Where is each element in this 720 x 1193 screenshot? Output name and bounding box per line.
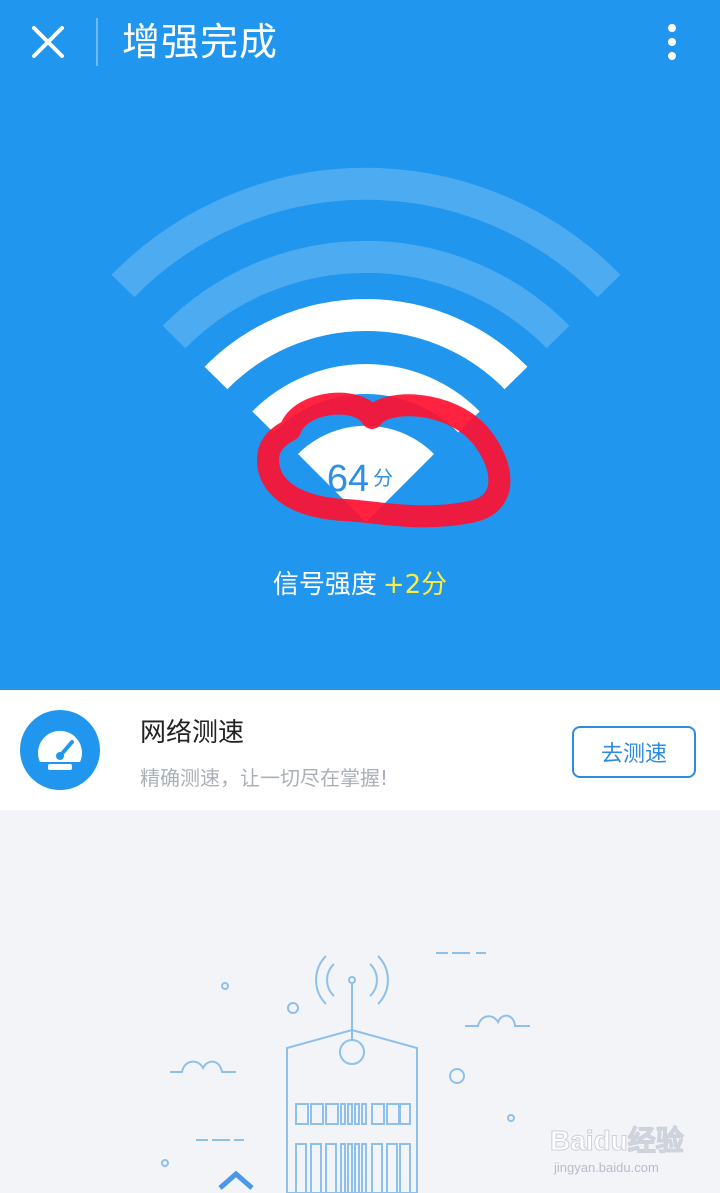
more-vertical-icon <box>668 24 676 60</box>
go-speed-test-button[interactable]: 去测速 <box>572 726 696 778</box>
close-button[interactable] <box>20 16 76 72</box>
speed-test-card[interactable]: 网络测速 精确测速，让一切尽在掌握! 去测速 <box>0 690 720 810</box>
toolbar: 增强完成 <box>0 0 720 86</box>
speed-test-subtitle: 精确测速，让一切尽在掌握! <box>140 766 389 790</box>
page-title: 增强完成 <box>122 20 279 64</box>
speedometer-icon <box>20 710 100 790</box>
speed-test-title: 网络测速 <box>140 718 245 748</box>
signal-score: 64 分 <box>300 458 420 514</box>
toolbar-divider <box>96 18 98 66</box>
watermark-text: Baidu经验 <box>550 1124 684 1156</box>
baidu-jingyan-watermark: Baidu经验 jingyan.baidu.com <box>548 1110 698 1180</box>
result-header-panel: 增强完成 64 分 信号强度 +2分 <box>0 0 720 690</box>
signal-strength-line: 信号强度 +2分 <box>0 564 720 601</box>
signal-strength-label: 信号强度 <box>272 570 377 600</box>
watermark-url: jingyan.baidu.com <box>553 1160 659 1175</box>
signal-delta: +2分 <box>382 570 448 600</box>
more-button[interactable] <box>650 16 694 72</box>
close-icon <box>32 26 64 58</box>
score-value: 64 <box>326 458 370 500</box>
score-unit: 分 <box>373 466 394 490</box>
